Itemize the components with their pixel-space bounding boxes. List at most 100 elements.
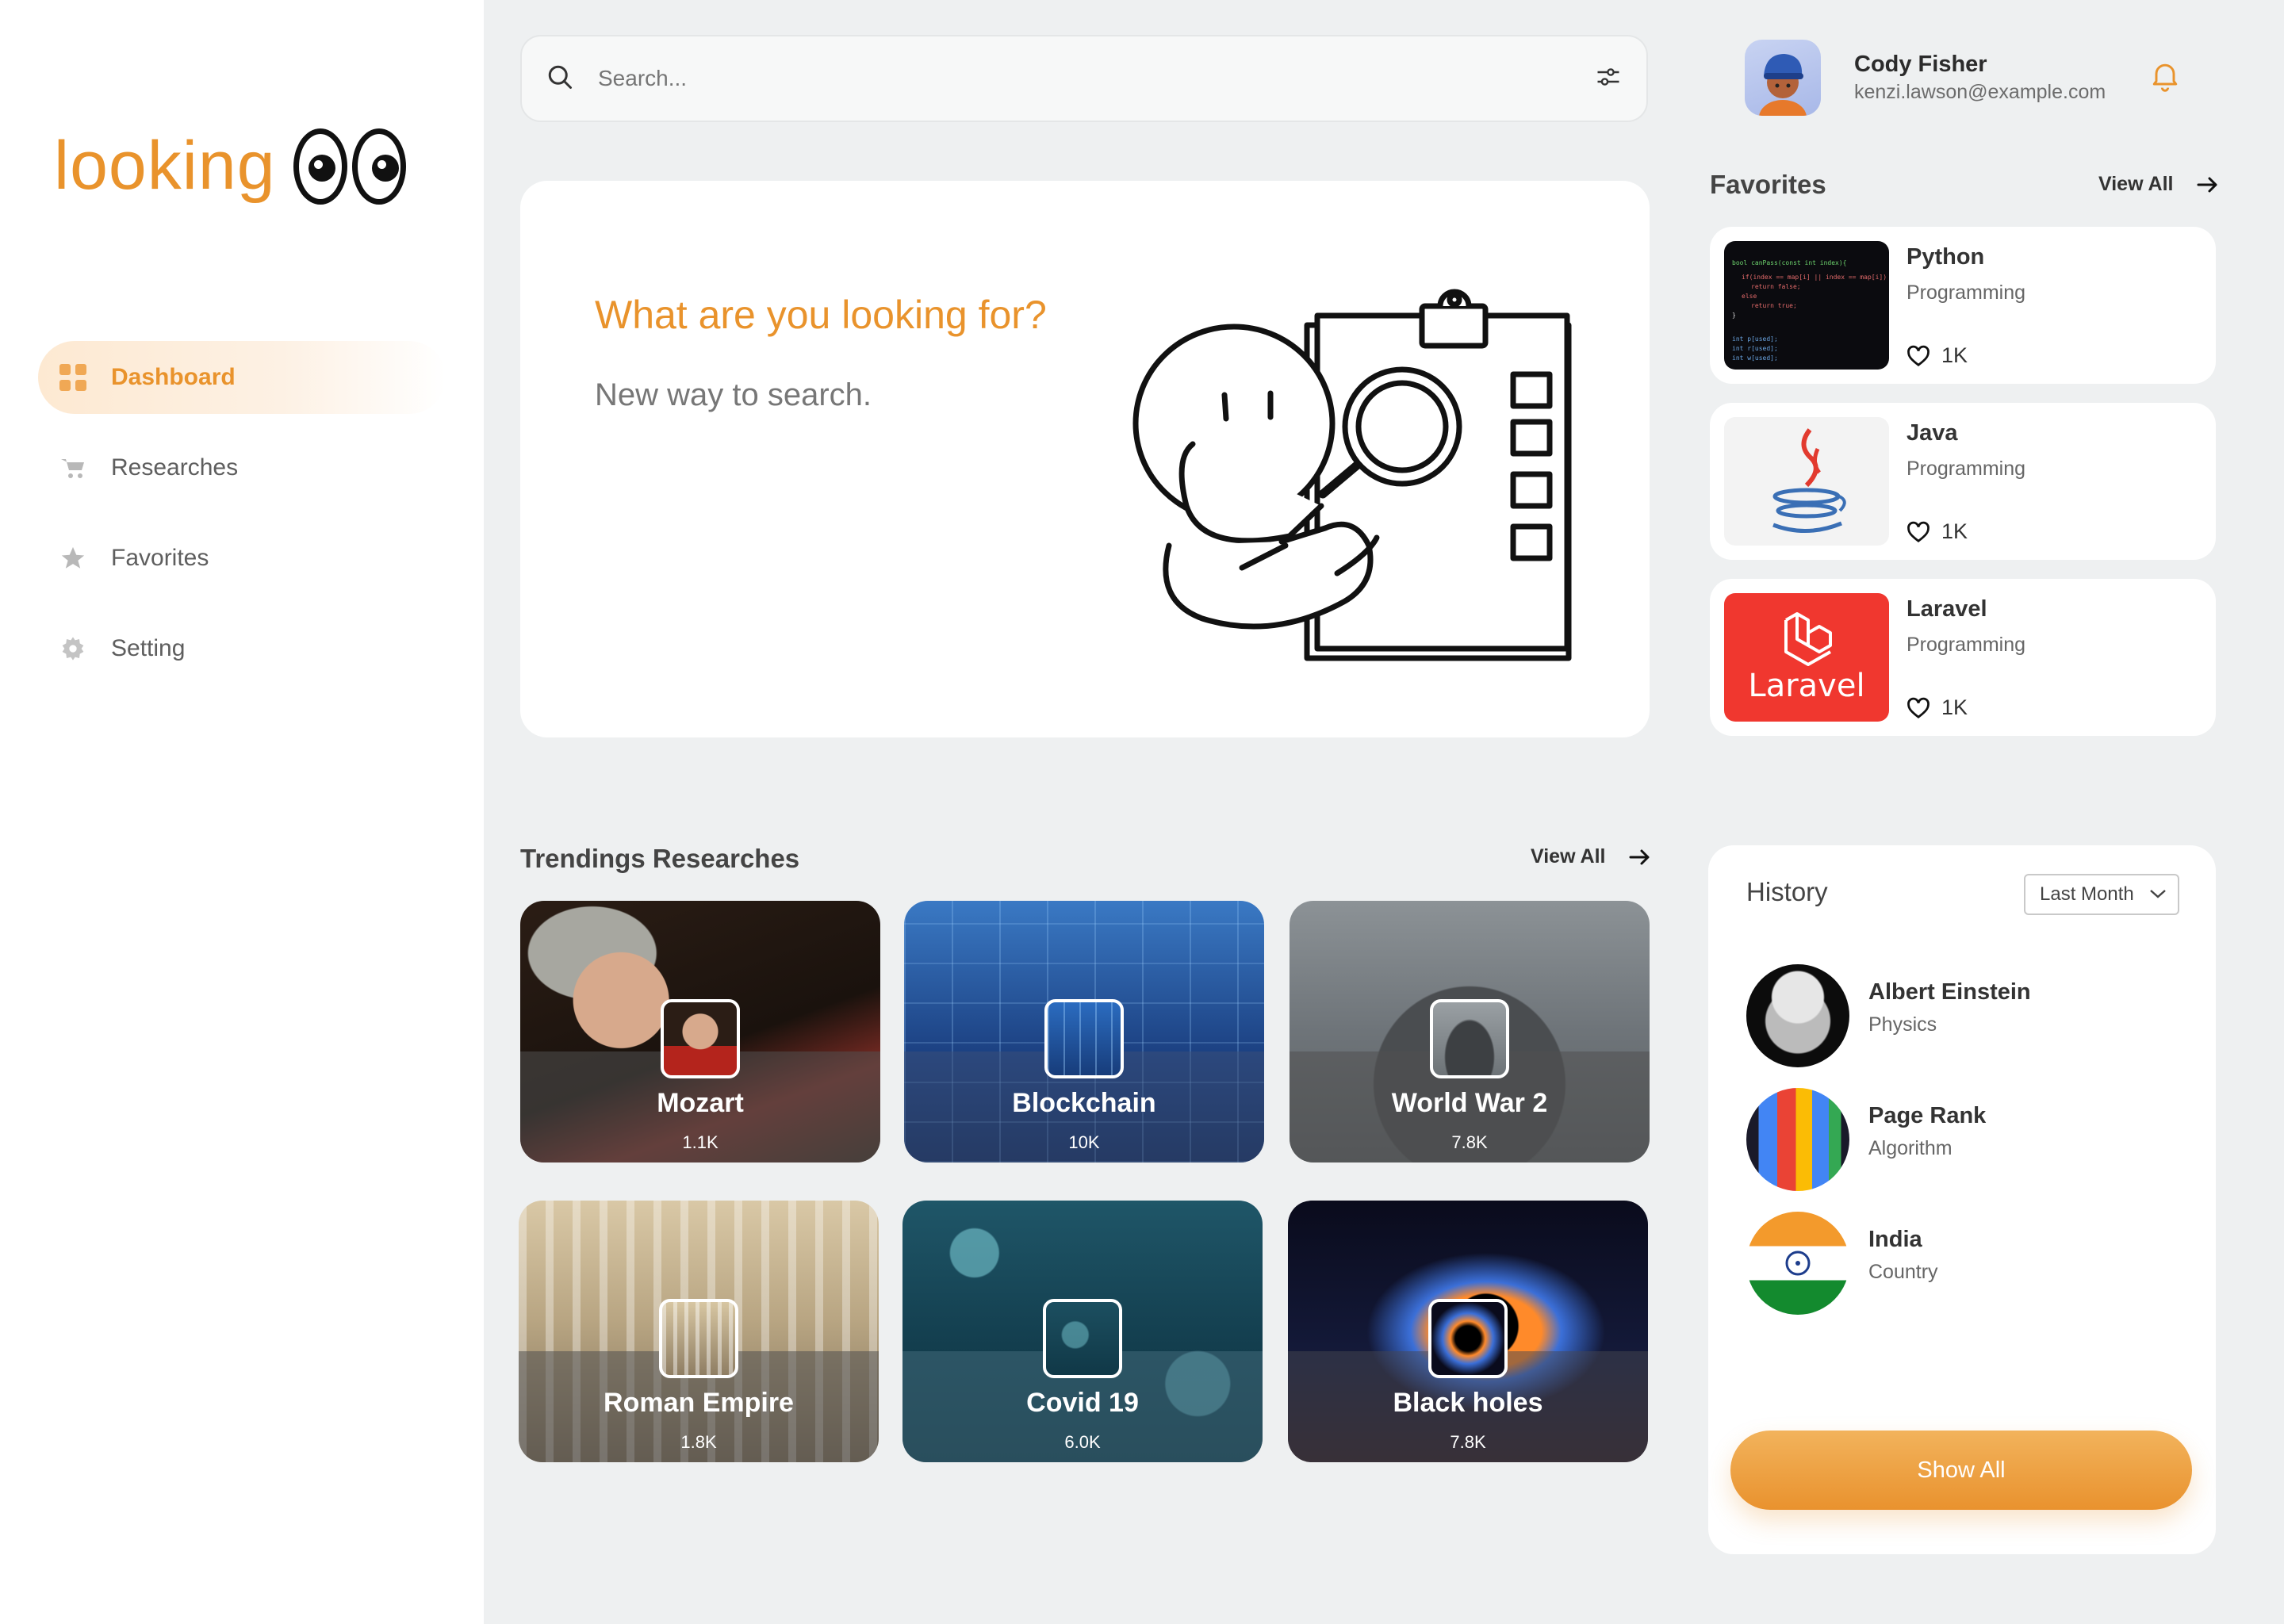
avatar[interactable] bbox=[1745, 40, 1821, 116]
favorites-view-all-link[interactable]: View All bbox=[2098, 173, 2219, 196]
svg-text:else: else bbox=[1742, 293, 1757, 300]
favorite-category: Programming bbox=[1907, 458, 2026, 480]
logo[interactable]: looking bbox=[54, 127, 406, 205]
history-name: Albert Einstein bbox=[1868, 979, 2031, 1005]
like-value: 1K bbox=[1941, 519, 1968, 543]
favorites-title: Favorites bbox=[1710, 170, 1826, 199]
favorite-category: Programming bbox=[1907, 282, 2026, 304]
history-category: Country bbox=[1868, 1261, 1938, 1283]
hero-title: What are you looking for? bbox=[595, 293, 1047, 337]
trending-view-all-link[interactable]: View All bbox=[1531, 845, 1651, 868]
history-item-page-rank[interactable]: Page Rank Algorithm bbox=[1746, 1088, 1986, 1191]
trending-name: World War 2 bbox=[1391, 1088, 1548, 1118]
heart-icon bbox=[1907, 345, 1930, 366]
sidebar-item-setting[interactable]: Setting bbox=[38, 612, 446, 685]
einstein-avatar bbox=[1746, 964, 1849, 1067]
mozart-thumbnail bbox=[661, 999, 740, 1078]
world-war-2-thumbnail bbox=[1430, 999, 1509, 1078]
search-input[interactable] bbox=[598, 66, 1594, 91]
trending-name: Mozart bbox=[657, 1088, 744, 1118]
gear-icon bbox=[59, 634, 87, 663]
favorite-title: Laravel bbox=[1907, 596, 1987, 622]
user-name: Cody Fisher bbox=[1854, 52, 1987, 77]
favorite-category: Programming bbox=[1907, 634, 2026, 656]
search-illustration bbox=[1132, 289, 1572, 661]
sidebar-item-dashboard[interactable]: Dashboard bbox=[38, 341, 446, 414]
star-icon bbox=[59, 544, 87, 573]
trending-card-covid-19[interactable]: Covid 19 6.0K bbox=[902, 1201, 1263, 1462]
trending-name: Roman Empire bbox=[604, 1388, 794, 1418]
svg-text:bool canPass(const int index){: bool canPass(const int index){ bbox=[1732, 259, 1847, 266]
svg-text:return true;: return true; bbox=[1751, 302, 1797, 309]
india-flag-avatar bbox=[1746, 1212, 1849, 1315]
favorite-title: Java bbox=[1907, 420, 1958, 446]
user-profile[interactable]: Cody Fisher kenzi.lawson@example.com bbox=[1745, 40, 2106, 116]
like-value: 1K bbox=[1941, 343, 1968, 367]
favorite-card-python[interactable]: bool canPass(const int index){ if(index … bbox=[1710, 227, 2216, 384]
hero-card: What are you looking for? New way to sea… bbox=[520, 181, 1650, 737]
svg-text:int w[used];: int w[used]; bbox=[1732, 354, 1778, 362]
filter-icon[interactable] bbox=[1594, 63, 1623, 95]
search-bar bbox=[520, 35, 1648, 122]
cart-icon bbox=[59, 454, 87, 482]
svg-text:int r[used];: int r[used]; bbox=[1732, 345, 1778, 352]
blockchain-thumbnail bbox=[1044, 999, 1124, 1078]
history-panel: History Last Month Albert Einstein Physi… bbox=[1708, 845, 2216, 1554]
page-rank-avatar bbox=[1746, 1088, 1849, 1191]
trending-count: 6.0K bbox=[1064, 1432, 1101, 1452]
view-all-label: View All bbox=[1531, 845, 1606, 868]
favorite-title: Python bbox=[1907, 244, 1985, 270]
python-code-thumbnail: bool canPass(const int index){ if(index … bbox=[1724, 241, 1889, 370]
sidebar-item-label: Setting bbox=[111, 635, 186, 661]
roman-empire-thumbnail bbox=[659, 1299, 738, 1378]
like-count[interactable]: 1K bbox=[1907, 343, 1968, 368]
trending-count: 1.1K bbox=[682, 1132, 719, 1152]
trending-count: 10K bbox=[1068, 1132, 1100, 1152]
chevron-down-icon bbox=[2150, 890, 2166, 898]
history-filter-value: Last Month bbox=[2040, 883, 2134, 905]
trending-card-roman-empire[interactable]: Roman Empire 1.8K bbox=[519, 1201, 879, 1462]
trending-name: Black holes bbox=[1393, 1388, 1543, 1418]
history-category: Physics bbox=[1868, 1013, 1937, 1036]
trending-card-mozart[interactable]: Mozart 1.1K bbox=[520, 901, 880, 1162]
trending-count: 7.8K bbox=[1451, 1132, 1488, 1152]
svg-text:return false;: return false; bbox=[1751, 283, 1801, 290]
like-count[interactable]: 1K bbox=[1907, 519, 1968, 544]
black-holes-thumbnail bbox=[1428, 1299, 1508, 1378]
laravel-logo-text: Laravel bbox=[1748, 668, 1865, 704]
history-filter-select[interactable]: Last Month bbox=[2024, 874, 2179, 915]
favorite-card-laravel[interactable]: Laravel Laravel Programming 1K bbox=[1710, 579, 2216, 736]
heart-icon bbox=[1907, 521, 1930, 542]
trending-card-blockchain[interactable]: Blockchain 10K bbox=[904, 901, 1264, 1162]
sidebar-item-favorites[interactable]: Favorites bbox=[38, 522, 446, 595]
history-name: India bbox=[1868, 1227, 1922, 1252]
sidebar-item-researches[interactable]: Researches bbox=[38, 431, 446, 504]
trending-count: 7.8K bbox=[1450, 1432, 1486, 1452]
java-logo bbox=[1724, 417, 1889, 546]
history-name: Page Rank bbox=[1868, 1103, 1987, 1128]
like-count[interactable]: 1K bbox=[1907, 695, 1968, 720]
svg-text:}: } bbox=[1732, 312, 1736, 319]
history-title: History bbox=[1746, 877, 1828, 906]
covid-19-thumbnail bbox=[1043, 1299, 1122, 1378]
arrow-right-icon bbox=[2197, 177, 2217, 192]
trending-card-world-war-2[interactable]: World War 2 7.8K bbox=[1290, 901, 1650, 1162]
bell-icon[interactable] bbox=[2148, 57, 2182, 98]
trending-name: Blockchain bbox=[1012, 1088, 1156, 1118]
svg-text:if(index == map[i] || index ==: if(index == map[i] || index == map[i]) r… bbox=[1742, 274, 1889, 281]
sidebar-item-label: Favorites bbox=[111, 545, 209, 571]
sidebar-item-label: Dashboard bbox=[111, 364, 236, 390]
trending-name: Covid 19 bbox=[1026, 1388, 1139, 1418]
history-item-albert-einstein[interactable]: Albert Einstein Physics bbox=[1746, 964, 2031, 1067]
logo-text: looking bbox=[54, 128, 276, 204]
sidebar-nav: Dashboard Researches Favorites Setting bbox=[38, 341, 446, 703]
hero-subtitle: New way to search. bbox=[595, 377, 872, 412]
trending-count: 1.8K bbox=[680, 1432, 717, 1452]
history-item-india[interactable]: India Country bbox=[1746, 1212, 1938, 1315]
show-all-button[interactable]: Show All bbox=[1730, 1431, 2192, 1510]
trending-card-black-holes[interactable]: Black holes 7.8K bbox=[1288, 1201, 1648, 1462]
heart-icon bbox=[1907, 697, 1930, 718]
svg-text:int p[used];: int p[used]; bbox=[1732, 335, 1778, 343]
favorite-card-java[interactable]: Java Programming 1K bbox=[1710, 403, 2216, 560]
arrow-right-icon bbox=[1629, 849, 1650, 864]
